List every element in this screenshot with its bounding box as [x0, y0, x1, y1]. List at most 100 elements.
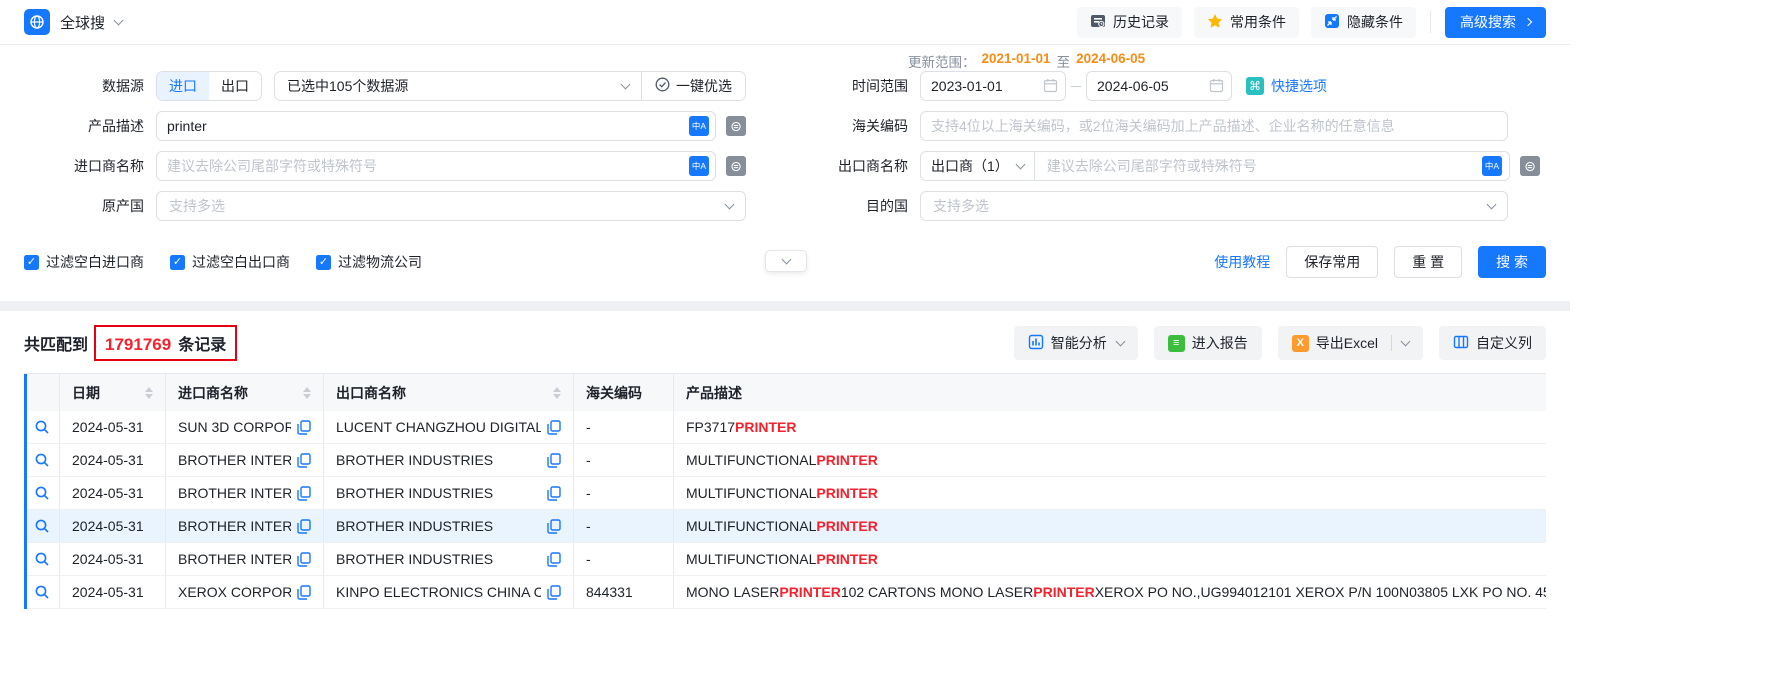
row-date: 2024-05-31 [60, 411, 166, 443]
hs-code-input[interactable] [920, 111, 1508, 141]
copy-icon[interactable] [547, 552, 561, 567]
filter-label: 过滤物流公司 [338, 252, 422, 272]
translate-icon[interactable]: 中A [1482, 156, 1502, 176]
history-icon [1090, 13, 1106, 32]
translate-icon[interactable]: 中A [689, 156, 709, 176]
row-importer[interactable]: BROTHER INTERN [166, 510, 324, 542]
copy-icon[interactable] [547, 420, 561, 435]
exporter-label: 出口商名称 [772, 156, 920, 176]
dest-country-select[interactable]: 支持多选 [920, 191, 1508, 221]
row-detail-cell[interactable] [24, 444, 60, 476]
hide-conditions-button[interactable]: 隐藏条件 [1311, 7, 1416, 38]
row-hs-code: - [574, 411, 674, 443]
table-row[interactable]: 2024-05-31BROTHER INTERNBROTHER INDUSTRI… [24, 543, 1546, 576]
smart-analysis-button[interactable]: 智能分析 [1014, 326, 1138, 360]
one-click-optimize-button[interactable]: 一键优选 [641, 72, 745, 100]
copy-icon[interactable] [547, 486, 561, 501]
row-date: 2024-05-31 [60, 510, 166, 542]
chevron-down-icon [781, 254, 791, 264]
row-detail-cell[interactable] [24, 477, 60, 509]
copy-icon[interactable] [547, 585, 561, 600]
magnifier-icon[interactable] [34, 485, 50, 501]
app-switcher[interactable]: 全球搜 [24, 9, 122, 35]
product-desc-input[interactable] [156, 111, 716, 141]
favorite-conditions-label: 常用条件 [1230, 12, 1286, 32]
magnifier-icon[interactable] [34, 419, 50, 435]
sort-control[interactable] [295, 387, 311, 399]
table-row[interactable]: 2024-05-31SUN 3D CORPORLUCENT CHANGZHOU … [24, 411, 1546, 444]
table-row[interactable]: 2024-05-31BROTHER INTERNBROTHER INDUSTRI… [24, 444, 1546, 477]
importer-input[interactable] [156, 151, 716, 181]
fuzzy-match-icon[interactable]: ⊜ [726, 116, 746, 136]
magnifier-icon[interactable] [34, 551, 50, 567]
row-exporter[interactable]: BROTHER INDUSTRIES [324, 543, 574, 575]
history-button[interactable]: 历史记录 [1077, 7, 1182, 38]
tab-import[interactable]: 进口 [157, 72, 209, 100]
expand-conditions-button[interactable] [765, 250, 807, 272]
row-exporter[interactable]: LUCENT CHANGZHOU DIGITAL [324, 411, 574, 443]
row-importer[interactable]: BROTHER INTERN [166, 543, 324, 575]
table-row[interactable]: 2024-05-31BROTHER INTERNBROTHER INDUSTRI… [24, 477, 1546, 510]
row-detail-cell[interactable] [24, 543, 60, 575]
row-importer[interactable]: XEROX CORPORA [166, 576, 324, 608]
copy-icon[interactable] [547, 453, 561, 468]
copy-icon[interactable] [297, 420, 311, 435]
favorite-conditions-button[interactable]: 常用条件 [1194, 7, 1299, 38]
copy-icon[interactable] [297, 552, 311, 567]
row-hs-code: - [574, 543, 674, 575]
exporter-type-select[interactable]: 出口商（1） [921, 152, 1035, 180]
table-row[interactable]: 2024-05-31BROTHER INTERNBROTHER INDUSTRI… [24, 510, 1546, 543]
row-detail-cell[interactable] [24, 576, 60, 608]
row-exporter[interactable]: KINPO ELECTRONICS CHINA CO [324, 576, 574, 608]
reset-button[interactable]: 重 置 [1394, 246, 1462, 278]
filter-blank-exporter-checkbox[interactable]: ✓ 过滤空白出口商 [170, 252, 290, 272]
copy-icon[interactable] [297, 519, 311, 534]
row-detail-cell[interactable] [24, 510, 60, 542]
magnifier-icon[interactable] [34, 518, 50, 534]
save-favorite-button[interactable]: 保存常用 [1286, 246, 1378, 278]
row-hs-code: - [574, 510, 674, 542]
row-exporter[interactable]: BROTHER INDUSTRIES [324, 510, 574, 542]
calendar-icon[interactable] [1209, 78, 1224, 96]
export-excel-button[interactable]: X 导出Excel [1278, 326, 1423, 360]
enter-report-button[interactable]: ≡ 进入报告 [1154, 326, 1262, 360]
product-desc-label: 产品描述 [24, 116, 156, 136]
excel-icon: X [1292, 335, 1309, 352]
advanced-search-button[interactable]: 高级搜索 [1445, 7, 1546, 38]
calendar-icon[interactable] [1043, 78, 1058, 96]
row-exporter[interactable]: BROTHER INDUSTRIES [324, 477, 574, 509]
dest-country-label: 目的国 [772, 196, 920, 216]
data-source-select[interactable]: 已选中105个数据源 [275, 72, 641, 100]
customize-columns-button[interactable]: 自定义列 [1439, 326, 1546, 360]
results-count: 共匹配到 1791769 条记录 [24, 325, 237, 361]
copy-icon[interactable] [297, 585, 311, 600]
filter-logistics-checkbox[interactable]: ✓ 过滤物流公司 [316, 252, 422, 272]
search-button[interactable]: 搜 索 [1478, 246, 1546, 278]
magnifier-icon[interactable] [34, 584, 50, 600]
row-importer[interactable]: BROTHER INTERN [166, 477, 324, 509]
row-importer[interactable]: SUN 3D CORPOR [166, 411, 324, 443]
magnifier-icon[interactable] [34, 452, 50, 468]
fuzzy-match-icon[interactable]: ⊜ [1520, 156, 1540, 176]
row-exporter[interactable]: BROTHER INDUSTRIES [324, 444, 574, 476]
chevron-down-icon[interactable] [1401, 336, 1411, 346]
fuzzy-match-icon[interactable]: ⊜ [726, 156, 746, 176]
filter-blank-importer-checkbox[interactable]: ✓ 过滤空白进口商 [24, 252, 144, 272]
topbar: 全球搜 历史记录 常用条件 隐藏条件 高级搜索 [0, 0, 1570, 45]
row-importer[interactable]: BROTHER INTERN [166, 444, 324, 476]
table-row[interactable]: 2024-05-31XEROX CORPORAKINPO ELECTRONICS… [24, 576, 1546, 609]
row-detail-cell[interactable] [24, 411, 60, 443]
column-header-hs-code: 海关编码 [574, 374, 674, 411]
tutorial-link[interactable]: 使用教程 [1214, 252, 1270, 272]
origin-country-select[interactable]: 支持多选 [156, 191, 746, 221]
tab-export[interactable]: 出口 [209, 72, 261, 100]
sort-control[interactable] [137, 387, 153, 399]
sort-control[interactable] [545, 387, 561, 399]
copy-icon[interactable] [297, 453, 311, 468]
translate-icon[interactable]: 中A [689, 116, 709, 136]
quick-options-link[interactable]: ⌘ 快捷选项 [1246, 76, 1327, 96]
copy-icon[interactable] [547, 519, 561, 534]
columns-icon [1453, 334, 1469, 353]
exporter-input[interactable] [1035, 152, 1509, 180]
copy-icon[interactable] [297, 486, 311, 501]
